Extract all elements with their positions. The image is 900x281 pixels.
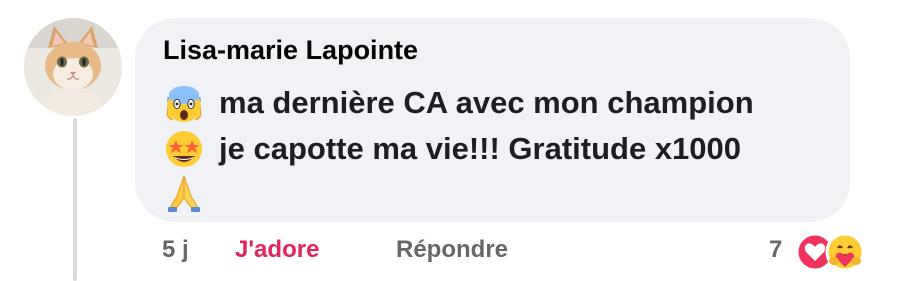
author-name[interactable]: Lisa-marie Lapointe bbox=[163, 35, 418, 66]
screaming-face-icon bbox=[166, 86, 202, 122]
avatar[interactable] bbox=[24, 18, 122, 116]
comment-line-3 bbox=[163, 172, 219, 214]
care-reaction-icon bbox=[825, 232, 865, 272]
comment: Lisa-marie Lapointe ma dernière CA avec … bbox=[0, 0, 900, 281]
reaction-count[interactable]: 7 bbox=[769, 236, 782, 264]
comment-text-line-2: je capotte ma vie!!! Gratitude x1000 bbox=[219, 131, 742, 166]
comment-timestamp[interactable]: 5 j bbox=[162, 236, 189, 264]
comment-actions: 5 j J'adore Répondre 7 bbox=[0, 232, 900, 272]
cat-avatar-image bbox=[24, 18, 122, 116]
reaction-summary[interactable] bbox=[795, 232, 875, 272]
folded-hands-icon bbox=[168, 175, 200, 212]
reply-button[interactable]: Répondre bbox=[396, 236, 508, 264]
star-struck-face-icon bbox=[166, 131, 202, 167]
comment-text-line-1: ma dernière CA avec mon champion bbox=[219, 85, 754, 120]
reaction-button[interactable]: J'adore bbox=[235, 236, 319, 264]
comment-line-2: je capotte ma vie!!! Gratitude x1000 bbox=[163, 128, 741, 170]
comment-line-1: ma dernière CA avec mon champion bbox=[163, 82, 754, 124]
